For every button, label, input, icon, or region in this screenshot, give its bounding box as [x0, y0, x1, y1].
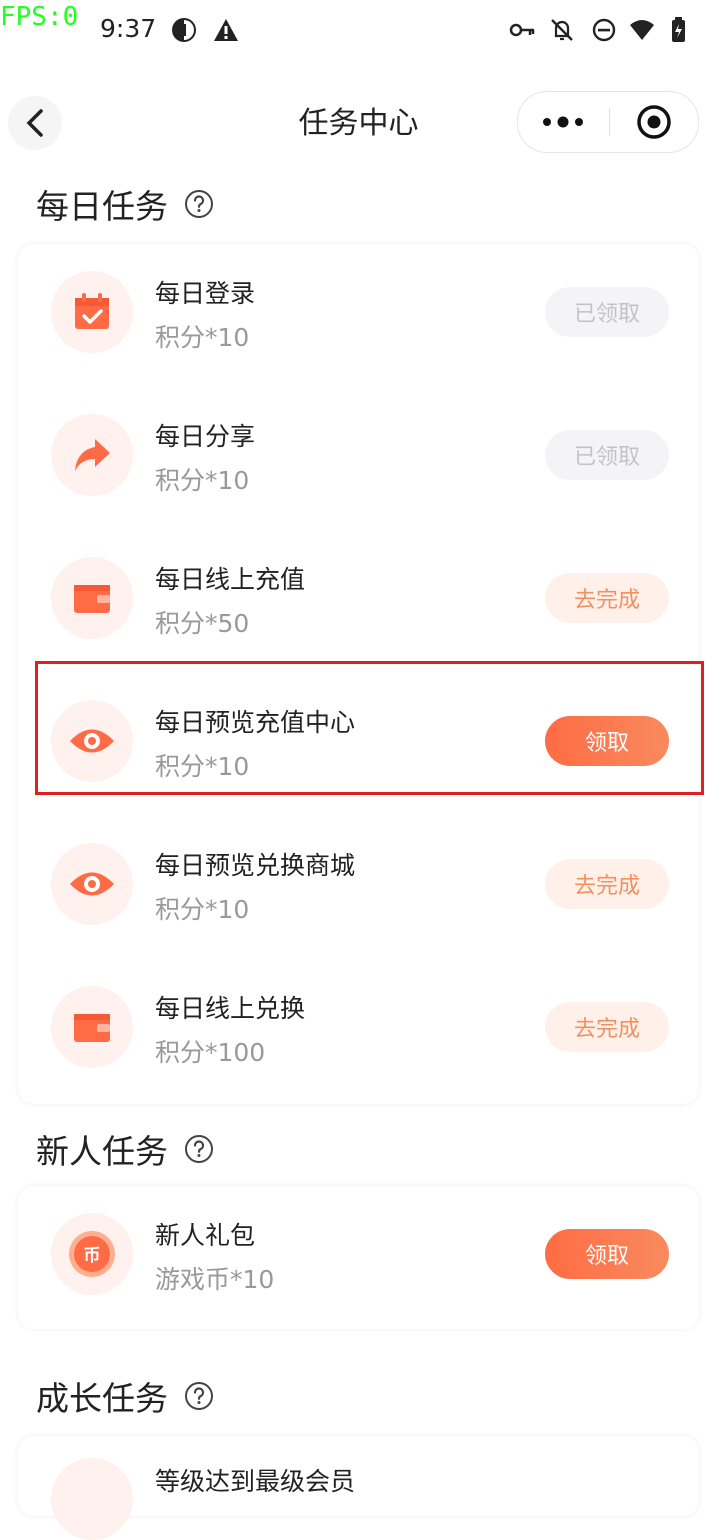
task-name: 每日线上兑换 — [155, 994, 306, 1023]
task-reward: 积分*10 — [155, 323, 250, 352]
task-icon-container — [51, 557, 133, 639]
calendar-check-icon — [75, 293, 109, 329]
claimed-button[interactable]: 已领取 — [545, 287, 669, 337]
task-name: 每日登录 — [155, 279, 256, 308]
task-name: 新人礼包 — [155, 1221, 256, 1250]
help-icon[interactable] — [184, 1381, 214, 1411]
warning-icon — [214, 19, 238, 41]
task-icon-container — [51, 1458, 133, 1540]
wifi-icon — [630, 20, 654, 40]
do-not-disturb-icon — [592, 18, 616, 42]
task-name: 每日预览兑换商城 — [155, 851, 356, 880]
task-reward: 游戏币*10 — [155, 1265, 275, 1294]
task-name: 每日线上充值 — [155, 565, 306, 594]
claim-button[interactable]: 领取 — [545, 1229, 669, 1279]
help-icon[interactable] — [184, 1134, 214, 1164]
section-newbie-label: 新人任务 — [36, 1132, 168, 1171]
task-icon-container — [51, 271, 133, 353]
app-notification-icon — [172, 18, 196, 42]
task-reward: 积分*100 — [155, 1038, 266, 1067]
more-dots-icon[interactable] — [540, 110, 586, 134]
go-complete-button[interactable]: 去完成 — [545, 1002, 669, 1052]
claimed-button[interactable]: 已领取 — [545, 430, 669, 480]
task-reward: 积分*10 — [155, 895, 250, 924]
task-name: 每日分享 — [155, 422, 256, 451]
task-reward: 积分*50 — [155, 609, 250, 638]
task-reward: 积分*10 — [155, 466, 250, 495]
highlight-box — [35, 661, 704, 795]
newbie-task-card: 币 新人礼包 游戏币*10 领取 — [18, 1186, 699, 1329]
help-icon[interactable] — [184, 189, 214, 219]
capsule-divider — [609, 108, 610, 136]
share-arrow-icon — [75, 439, 110, 471]
key-icon — [509, 23, 535, 37]
mini-program-capsule — [517, 91, 699, 153]
status-bar: 9:37 — [0, 0, 717, 60]
coin-icon: 币 — [69, 1231, 115, 1277]
battery-icon — [672, 17, 685, 42]
eye-icon — [70, 872, 114, 896]
go-complete-button[interactable]: 去完成 — [545, 859, 669, 909]
nav-bar: 任务中心 — [0, 88, 717, 158]
task-row-daily-preview-exchange-mall: 每日预览兑换商城 积分*10 去完成 — [18, 816, 699, 959]
section-daily-label: 每日任务 — [36, 187, 168, 226]
task-icon-container — [51, 414, 133, 496]
task-row-daily-login: 每日登录 积分*10 已领取 — [18, 244, 699, 387]
task-row-daily-share: 每日分享 积分*10 已领取 — [18, 387, 699, 530]
section-growth-label: 成长任务 — [36, 1379, 168, 1418]
task-row-daily-online-exchange: 每日线上兑换 积分*100 去完成 — [18, 959, 699, 1102]
task-row-daily-online-recharge: 每日线上充值 积分*50 去完成 — [18, 530, 699, 673]
coin-glyph: 币 — [84, 1246, 101, 1266]
wallet-icon — [74, 585, 110, 613]
task-icon-container — [51, 843, 133, 925]
section-growth-title: 成长任务 — [36, 1372, 214, 1420]
status-time: 9:37 — [100, 14, 157, 43]
mute-bell-icon — [551, 19, 573, 41]
close-target-icon[interactable] — [636, 104, 672, 140]
task-icon-container: 币 — [51, 1213, 133, 1295]
task-row-growth: 等级达到最级会员 — [18, 1436, 699, 1540]
section-newbie-title: 新人任务 — [36, 1125, 214, 1173]
wallet-icon — [74, 1014, 110, 1042]
section-daily-title: 每日任务 — [36, 180, 214, 228]
task-name: 等级达到最级会员 — [155, 1467, 356, 1496]
task-row-newbie-gift: 币 新人礼包 游戏币*10 领取 — [18, 1186, 699, 1329]
go-complete-button[interactable]: 去完成 — [545, 573, 669, 623]
growth-task-card: 等级达到最级会员 — [18, 1436, 699, 1540]
task-icon-container — [51, 986, 133, 1068]
